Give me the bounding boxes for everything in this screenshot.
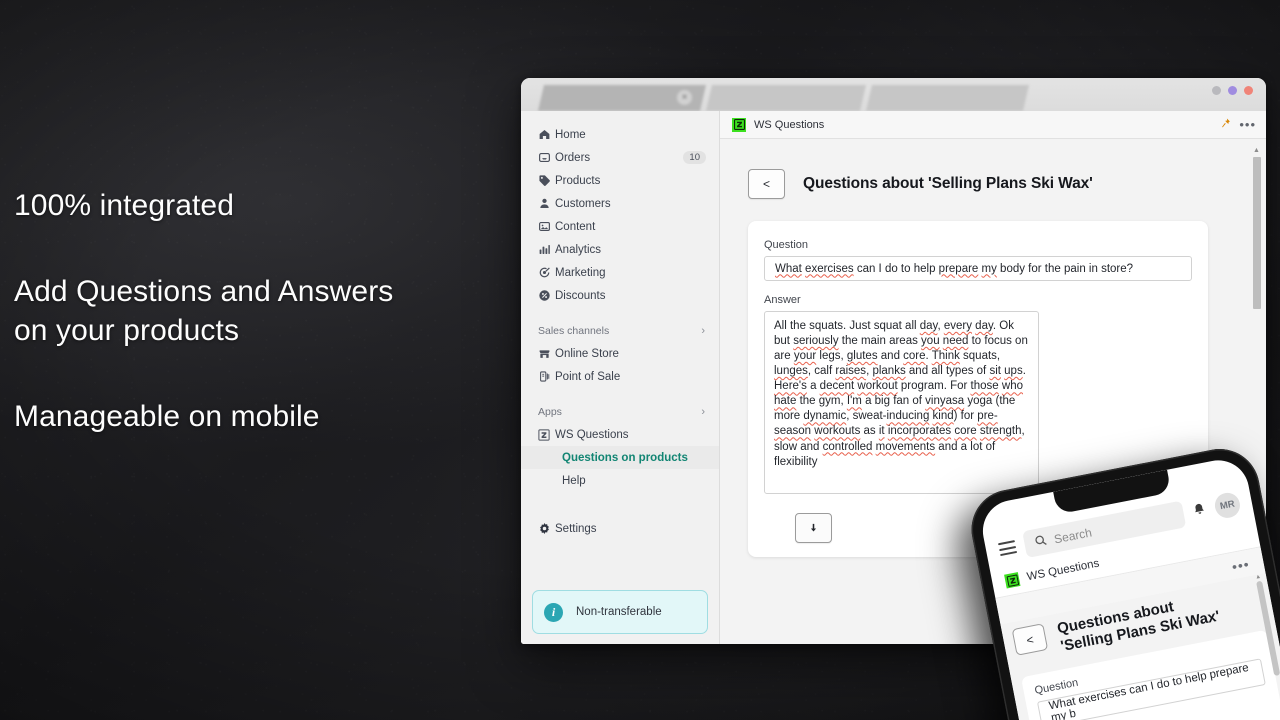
section-title: Sales channels: [538, 325, 610, 337]
section-title: Apps: [538, 406, 562, 418]
sidebar-label: Help: [562, 474, 586, 487]
scroll-up-icon[interactable]: ▲: [1255, 574, 1262, 582]
marketing-copy: 100% integrated Add Questions and Answer…: [14, 186, 514, 436]
analytics-icon: [538, 243, 555, 256]
sidebar-item-point-of-sale[interactable]: Point of Sale: [521, 365, 719, 388]
marketing-icon: [538, 266, 555, 279]
avatar[interactable]: MR: [1212, 490, 1243, 521]
info-icon: i: [544, 602, 563, 622]
marketing-block-1: 100% integrated: [14, 186, 514, 225]
sidebar-item-analytics[interactable]: Analytics: [521, 238, 719, 261]
discounts-icon: [538, 289, 555, 302]
sidebar-item-questions-on-products[interactable]: Questions on products: [521, 446, 719, 469]
sidebar-item-online-store[interactable]: Online Store: [521, 342, 719, 365]
browser-tab[interactable]: ×: [538, 85, 706, 111]
app-name-label: WS Questions: [754, 118, 825, 131]
sidebar-item-content[interactable]: Content: [521, 215, 719, 238]
ws-questions-app-icon: [538, 428, 555, 441]
page-header: < Questions about 'Selling Plans Ski Wax…: [748, 169, 1266, 199]
download-button[interactable]: [795, 513, 832, 543]
chevron-right-icon[interactable]: ›: [701, 406, 705, 418]
admin-sidebar: Home Orders 10 Products Customers Conten…: [521, 111, 720, 644]
content-icon: [538, 220, 555, 233]
sidebar-label: Customers: [555, 197, 611, 210]
back-button[interactable]: <: [1011, 623, 1049, 656]
marketing-block-3: Manageable on mobile: [14, 397, 514, 436]
store-icon: [538, 347, 555, 360]
sidebar-label: Discounts: [555, 289, 606, 302]
non-transferable-banner[interactable]: i Non-transferable: [532, 590, 708, 634]
pos-icon: [538, 370, 555, 383]
pin-icon[interactable]: [1220, 117, 1231, 132]
banner-label: Non-transferable: [576, 606, 662, 618]
sidebar-item-orders[interactable]: Orders 10: [521, 146, 719, 169]
gear-icon: [538, 522, 555, 535]
ws-questions-app-icon: [1004, 572, 1021, 589]
scroll-up-icon[interactable]: ▲: [1252, 147, 1261, 155]
ws-questions-app-icon: [732, 117, 746, 132]
more-options-icon[interactable]: •••: [1239, 117, 1256, 132]
sidebar-label: WS Questions: [555, 428, 629, 441]
search-placeholder: Search: [1052, 524, 1093, 546]
sidebar-label: Settings: [555, 522, 597, 535]
sidebar-label: Content: [555, 220, 596, 233]
marketing-line-1: 100% integrated: [14, 189, 234, 222]
home-icon: [538, 128, 555, 141]
orders-icon: [538, 151, 555, 164]
sidebar-item-ws-questions[interactable]: WS Questions: [521, 423, 719, 446]
answer-textarea[interactable]: All the squats. Just squat all day, ever…: [764, 311, 1039, 494]
sidebar-item-help[interactable]: Help: [521, 469, 719, 492]
sidebar-label: Point of Sale: [555, 370, 621, 383]
sidebar-label: Home: [555, 128, 586, 141]
marketing-line-4: Manageable on mobile: [14, 400, 320, 433]
notifications-bell-icon[interactable]: [1191, 501, 1208, 520]
back-button[interactable]: <: [748, 169, 785, 199]
sidebar-item-customers[interactable]: Customers: [521, 192, 719, 215]
section-apps[interactable]: Apps ›: [521, 401, 719, 423]
scrollbar-thumb[interactable]: [1253, 157, 1261, 309]
browser-titlebar: ×: [521, 78, 1266, 111]
sidebar-label: Online Store: [555, 347, 619, 360]
sidebar-label: Analytics: [555, 243, 602, 256]
sidebar-label: Products: [555, 174, 601, 187]
question-label: Question: [764, 239, 809, 251]
browser-tab[interactable]: [706, 85, 866, 111]
page-title: Questions about 'Selling Plans Ski Wax': [803, 175, 1093, 192]
marketing-line-2: Add Questions and Answers: [14, 275, 394, 308]
sidebar-label: Marketing: [555, 266, 606, 279]
sidebar-label: Questions on products: [562, 451, 688, 464]
section-sales-channels[interactable]: Sales channels ›: [521, 320, 719, 342]
products-icon: [538, 174, 555, 187]
marketing-line-3: on your products: [14, 314, 240, 347]
chevron-right-icon[interactable]: ›: [701, 325, 705, 337]
hamburger-menu-icon[interactable]: [997, 540, 1018, 557]
orders-count-badge: 10: [683, 150, 706, 165]
browser-tab[interactable]: [866, 85, 1029, 111]
phone-screen: Search MR WS Questions ••• < Questions a…: [977, 455, 1280, 720]
sidebar-item-home[interactable]: Home: [521, 123, 719, 146]
sidebar-item-settings[interactable]: Settings: [521, 517, 719, 540]
app-embed-bar: WS Questions •••: [720, 111, 1266, 139]
sidebar-item-marketing[interactable]: Marketing: [521, 261, 719, 284]
marketing-block-2: Add Questions and Answers on your produc…: [14, 272, 514, 350]
sidebar-item-discounts[interactable]: Discounts: [521, 284, 719, 307]
search-icon: [1033, 533, 1049, 551]
sidebar-label: Orders: [555, 151, 591, 164]
customers-icon: [538, 197, 555, 210]
answer-label: Answer: [764, 294, 801, 306]
close-icon[interactable]: ×: [677, 90, 692, 105]
browser-tab-strip[interactable]: ×: [521, 85, 1266, 111]
sidebar-item-products[interactable]: Products: [521, 169, 719, 192]
question-input[interactable]: What exercises can I do to help prepare …: [764, 256, 1192, 281]
